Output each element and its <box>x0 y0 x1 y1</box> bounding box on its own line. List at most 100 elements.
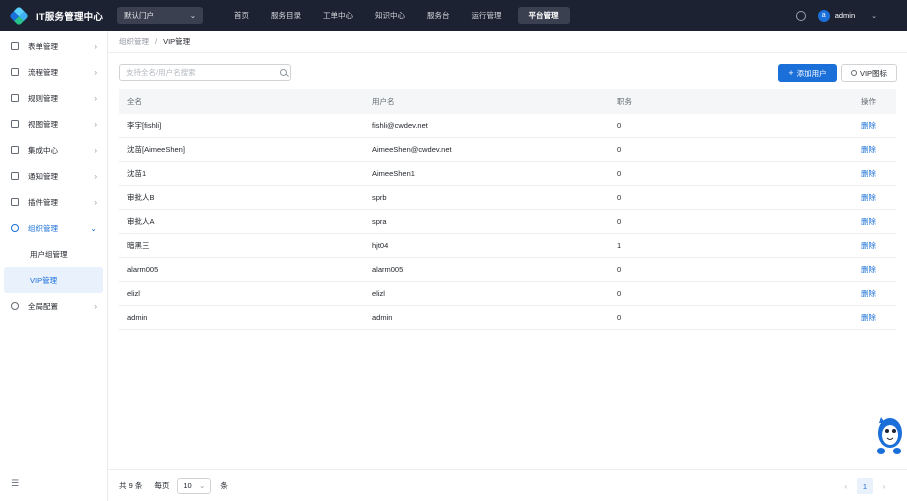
integration-icon <box>11 146 19 154</box>
per-page-unit: 条 <box>220 481 228 490</box>
view-icon <box>11 120 19 128</box>
sidebar-subitem-user-group[interactable]: 用户组管理 <box>0 241 107 267</box>
add-user-button[interactable]: + 添加用户 <box>778 64 837 82</box>
sidebar-item-global-config[interactable]: 全局配置 › <box>0 293 107 319</box>
delete-link[interactable]: 删除 <box>854 120 896 131</box>
form-icon <box>11 42 19 50</box>
pagination-bar: 共 9 条 每页 10 ⌄ 条 ‹ 1 › <box>108 469 907 501</box>
cell-full-name: admin <box>127 313 148 322</box>
cell-username: hjt04 <box>372 241 389 250</box>
avatar[interactable]: a <box>817 9 830 22</box>
breadcrumb: 组织管理 / VIP管理 <box>108 31 907 53</box>
sidebar-item-plugin-management[interactable]: 插件管理 › <box>0 189 107 215</box>
sidebar-item-label: 组织管理 <box>28 223 58 233</box>
vip-icon-button[interactable]: VIP图标 <box>841 64 897 82</box>
table-row: 审批人A spra 0 删除 <box>119 210 896 234</box>
sidebar-item-view-management[interactable]: 视图管理 › <box>0 111 107 137</box>
sidebar-item-label: 表单管理 <box>28 41 58 51</box>
cell-username: AimeeShen@cwdev.net <box>372 145 452 154</box>
cell-username: admin <box>372 313 393 322</box>
table-header: 全名 用户名 职务 操作 <box>119 89 896 114</box>
table-row: alarm005 alarm005 0 删除 <box>119 258 896 282</box>
app-logo-icon <box>9 5 29 26</box>
vip-icon-label: VIP图标 <box>859 68 888 78</box>
column-header-full-name: 全名 <box>127 97 142 106</box>
cell-username: spra <box>372 217 387 226</box>
cell-full-name: alarm005 <box>127 265 159 274</box>
cell-full-name: elizl <box>127 289 140 298</box>
top-bar: IT服务管理中心 默认门户 ⌄ 首页 服务目录 工单中心 知识中心 服务台 运行… <box>0 0 907 31</box>
cell-full-name: 审批人A <box>127 217 155 226</box>
nav-item-operations[interactable]: 运行管理 <box>461 7 513 24</box>
nav-item-platform-admin[interactable]: 平台管理 <box>517 7 570 24</box>
cell-full-name: 暗黑三 <box>127 241 150 250</box>
bell-icon <box>11 172 19 180</box>
per-page-label: 每页 <box>154 481 170 490</box>
org-chart-icon <box>11 224 19 232</box>
sidebar-item-label: 全局配置 <box>28 301 58 311</box>
table-row: 沈苗1 AimeeShen1 0 删除 <box>119 162 896 186</box>
rule-icon <box>11 94 19 102</box>
assistant-mascot-icon[interactable] <box>873 403 907 457</box>
chevron-down-icon[interactable]: ⌄ <box>871 12 877 20</box>
cell-username: alarm005 <box>372 265 404 274</box>
chevron-right-icon: › <box>94 93 97 103</box>
column-header-username: 用户名 <box>372 97 395 106</box>
delete-link[interactable]: 删除 <box>854 144 896 155</box>
delete-link[interactable]: 删除 <box>854 288 896 299</box>
delete-link[interactable]: 删除 <box>854 192 896 203</box>
cell-position: 0 <box>617 145 622 154</box>
nav-item-service-desk[interactable]: 服务台 <box>416 7 461 24</box>
page-size-value: 10 <box>183 481 192 490</box>
cell-position: 0 <box>617 121 622 130</box>
prev-page-icon[interactable]: ‹ <box>839 482 853 491</box>
breadcrumb-parent[interactable]: 组织管理 <box>119 36 149 47</box>
nav-item-home[interactable]: 首页 <box>223 7 260 24</box>
user-name[interactable]: admin <box>835 11 855 20</box>
sidebar-item-label: 规则管理 <box>28 93 58 103</box>
portal-select[interactable]: 默认门户 ⌄ <box>117 7 204 24</box>
sidebar-item-rule-management[interactable]: 规则管理 › <box>0 85 107 111</box>
sidebar-item-label: 视图管理 <box>28 119 58 129</box>
sidebar-item-label: 插件管理 <box>28 197 58 207</box>
chevron-right-icon: › <box>94 145 97 155</box>
delete-link[interactable]: 删除 <box>854 168 896 179</box>
page-number-current[interactable]: 1 <box>857 478 873 494</box>
cell-full-name: 李宇[fishli] <box>127 121 162 130</box>
sidebar: 表单管理 › 流程管理 › 规则管理 › 视图管理 › 集成中心 › 通知管理 … <box>0 31 108 501</box>
next-page-icon[interactable]: › <box>877 482 891 491</box>
sidebar-subitem-vip[interactable]: VIP管理 <box>4 267 103 293</box>
sidebar-item-org-management[interactable]: 组织管理 ⌄ <box>0 215 107 241</box>
sidebar-item-label: 集成中心 <box>28 145 58 155</box>
total-count: 共 9 条 <box>119 481 143 490</box>
sidebar-item-label: 通知管理 <box>28 171 58 181</box>
cell-position: 0 <box>617 313 622 322</box>
search-icon[interactable] <box>280 69 287 76</box>
delete-link[interactable]: 删除 <box>854 240 896 251</box>
page-size-select[interactable]: 10 ⌄ <box>177 477 212 494</box>
chevron-right-icon: › <box>94 41 97 51</box>
plugin-icon <box>11 198 19 206</box>
chevron-right-icon: › <box>94 119 97 129</box>
delete-link[interactable]: 删除 <box>854 216 896 227</box>
nav-item-service-catalog[interactable]: 服务目录 <box>260 7 312 24</box>
sidebar-item-integration-center[interactable]: 集成中心 › <box>0 137 107 163</box>
collapse-sidebar-icon[interactable]: ☰ <box>11 478 19 489</box>
nav-item-knowledge-center[interactable]: 知识中心 <box>364 7 416 24</box>
table-body: 李宇[fishli] fishli@cwdev.net 0 删除 沈苗[AimeeShe… <box>119 114 896 330</box>
sidebar-item-form-management[interactable]: 表单管理 › <box>0 33 107 59</box>
sidebar-item-process-management[interactable]: 流程管理 › <box>0 59 107 85</box>
delete-link[interactable]: 删除 <box>854 312 896 323</box>
chevron-right-icon: › <box>94 67 97 77</box>
table-row: 暗黑三 hjt04 1 删除 <box>119 234 896 258</box>
column-header-action: 操作 <box>861 97 876 106</box>
nav-item-ticket-center[interactable]: 工单中心 <box>312 7 364 24</box>
table-row: elizl elizl 0 删除 <box>119 282 896 306</box>
add-user-label: 添加用户 <box>796 68 827 78</box>
cell-full-name: 沈苗[AimeeShen] <box>127 145 185 154</box>
delete-link[interactable]: 删除 <box>854 264 896 275</box>
table-row: 李宇[fishli] fishli@cwdev.net 0 删除 <box>119 114 896 138</box>
sidebar-item-notification-management[interactable]: 通知管理 › <box>0 163 107 189</box>
search-input[interactable] <box>119 64 291 81</box>
settings-gear-icon[interactable] <box>795 10 806 21</box>
